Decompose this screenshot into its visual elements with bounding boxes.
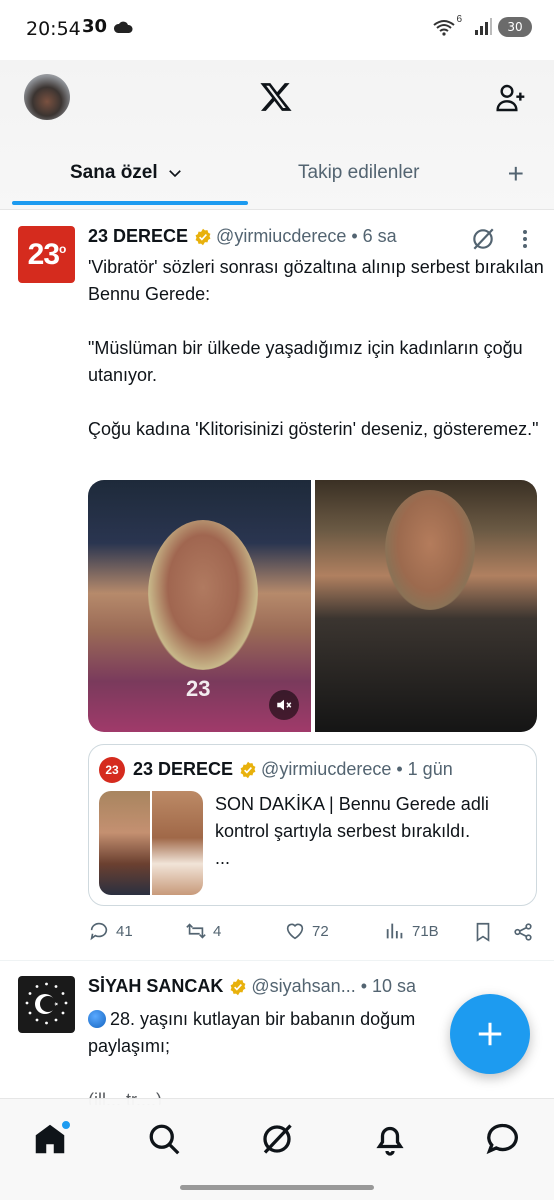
grok-icon[interactable] bbox=[259, 1121, 295, 1157]
plus-icon[interactable]: + bbox=[508, 158, 524, 190]
tweet-avatar[interactable]: 23 o bbox=[18, 226, 75, 283]
verified-badge-icon bbox=[240, 761, 256, 778]
verified-badge-icon bbox=[195, 228, 211, 245]
compose-button[interactable] bbox=[450, 994, 530, 1074]
image-frame bbox=[384, 490, 475, 610]
author-name[interactable]: SİYAH SANCAK bbox=[88, 976, 223, 997]
reply-icon bbox=[90, 922, 108, 941]
wifi-icon bbox=[433, 20, 456, 36]
video-frame bbox=[148, 520, 258, 670]
blue-circle-emoji-icon bbox=[88, 1010, 106, 1028]
tweet-time[interactable]: 10 sa bbox=[372, 976, 416, 997]
media-video[interactable]: 23 bbox=[88, 480, 311, 732]
status-time: 20:54 bbox=[26, 18, 81, 40]
reply-count: 41 bbox=[116, 922, 133, 940]
tab-for-you-label: Sana özel bbox=[70, 162, 158, 183]
messages-icon[interactable] bbox=[485, 1121, 521, 1157]
view-count: 71B bbox=[412, 922, 439, 940]
home-notification-dot bbox=[60, 1119, 72, 1131]
x-logo-icon[interactable] bbox=[259, 80, 293, 114]
crescent-star-flag-icon bbox=[25, 982, 68, 1025]
notifications-icon[interactable] bbox=[372, 1121, 408, 1157]
search-icon[interactable] bbox=[146, 1121, 182, 1157]
repost-icon bbox=[186, 923, 206, 939]
status-badge-30: 30 bbox=[82, 16, 108, 37]
wifi-badge: 6 bbox=[456, 13, 462, 25]
tweet-header: SİYAH SANCAK @siyahsan... • 10 sa bbox=[88, 976, 416, 997]
quote-author-handle: @yirmiucderece bbox=[261, 759, 392, 779]
avatar-text: 23 bbox=[27, 237, 60, 271]
quote-tweet[interactable]: 23 23 DERECE @yirmiucderece • 1 gün SON … bbox=[88, 744, 537, 906]
battery-indicator: 30 bbox=[498, 17, 532, 37]
quote-thumbnail bbox=[99, 791, 203, 895]
like-button[interactable]: 72 bbox=[284, 920, 329, 942]
tab-for-you[interactable]: Sana özel bbox=[70, 162, 184, 184]
plus-icon bbox=[478, 1022, 502, 1046]
quote-time: 1 gün bbox=[407, 759, 453, 779]
separator-dot: • bbox=[351, 226, 358, 246]
tweet-actions: 41 4 72 71B bbox=[88, 920, 536, 948]
media-watermark: 23 bbox=[186, 676, 211, 701]
header: Sana özel Takip edilenler + bbox=[0, 60, 554, 210]
repost-button[interactable]: 4 bbox=[185, 920, 221, 942]
status-bar: 20:54 30 6 30 bbox=[0, 0, 554, 60]
tweet-avatar[interactable] bbox=[18, 976, 75, 1033]
reply-button[interactable]: 41 bbox=[88, 920, 133, 942]
quote-text: SON DAKİKA | Bennu Gerede adli kontrol ş… bbox=[215, 794, 489, 868]
quote-thumbnail-left bbox=[99, 791, 150, 895]
views-icon bbox=[386, 923, 403, 939]
tweet-text-line-1: 28. yaşını kutlayan bir babanın doğum bbox=[110, 1009, 416, 1029]
separator-dot: • bbox=[396, 759, 403, 779]
timeline-tabs: Sana özel Takip edilenler + bbox=[0, 152, 554, 210]
quote-avatar: 23 bbox=[99, 757, 125, 783]
cloud-icon bbox=[114, 21, 133, 33]
separator-dot: • bbox=[360, 976, 368, 996]
quote-header: 23 DERECE @yirmiucderece • 1 gün bbox=[133, 759, 453, 780]
author-handle[interactable]: @yirmiucderece bbox=[216, 226, 346, 247]
profile-avatar[interactable] bbox=[24, 74, 70, 120]
like-count: 72 bbox=[312, 922, 329, 940]
views-button[interactable]: 71B bbox=[384, 920, 439, 942]
heart-icon bbox=[286, 923, 304, 940]
signal-icon bbox=[475, 18, 492, 35]
chevron-down-icon bbox=[168, 170, 181, 178]
quote-thumbnail-right bbox=[152, 791, 203, 895]
status-left-icons: 30 bbox=[82, 16, 133, 37]
tweet-text: 'Vibratör' sözleri sonrası gözaltına alı… bbox=[88, 257, 544, 439]
add-user-icon[interactable] bbox=[495, 82, 527, 114]
home-indicator[interactable] bbox=[180, 1185, 374, 1190]
repost-count: 4 bbox=[213, 922, 222, 940]
quote-author-name: 23 DERECE bbox=[133, 759, 234, 779]
grok-icon[interactable] bbox=[470, 226, 496, 252]
media-image[interactable] bbox=[314, 480, 537, 732]
author-handle[interactable]: @siyahsan... bbox=[251, 976, 355, 997]
tweet-divider bbox=[0, 960, 554, 961]
status-right: 6 30 bbox=[432, 13, 532, 37]
verified-badge-icon bbox=[230, 978, 246, 995]
share-icon[interactable] bbox=[512, 920, 534, 944]
bookmark-icon[interactable] bbox=[472, 920, 494, 944]
tweet-time[interactable]: 6 sa bbox=[363, 226, 397, 247]
mute-icon[interactable] bbox=[268, 690, 299, 720]
tweet-header: 23 DERECE @yirmiucderece • 6 sa bbox=[88, 226, 397, 247]
active-tab-indicator bbox=[12, 201, 248, 205]
tab-following[interactable]: Takip edilenler bbox=[298, 162, 419, 184]
more-options-icon[interactable] bbox=[516, 228, 534, 250]
author-name[interactable]: 23 DERECE bbox=[88, 226, 188, 247]
degree-mark: o bbox=[59, 241, 66, 256]
tweet-media[interactable]: 23 bbox=[88, 480, 537, 732]
